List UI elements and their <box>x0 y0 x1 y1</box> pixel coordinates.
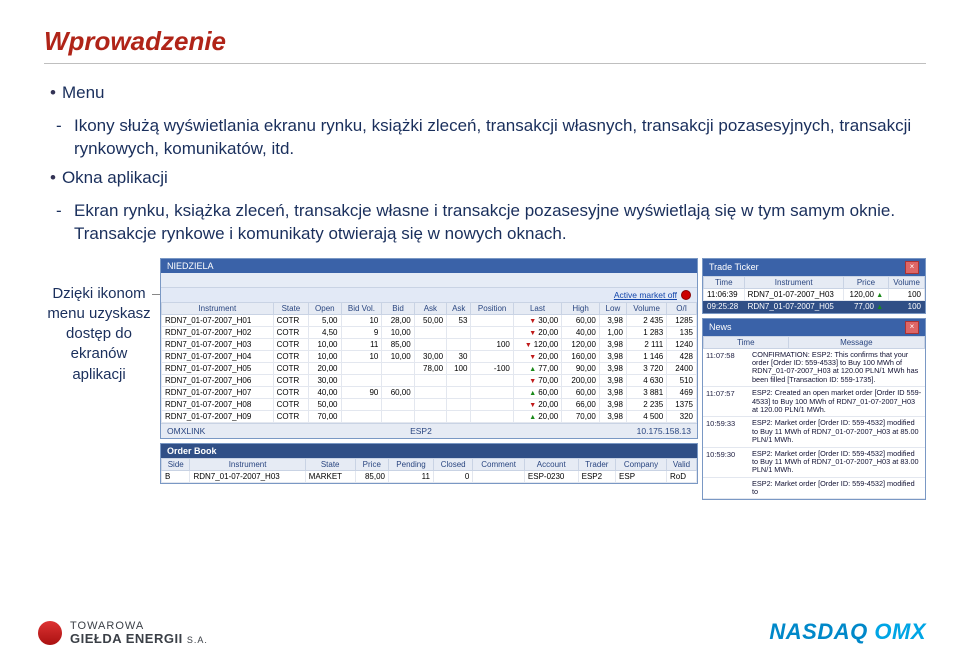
table-row[interactable]: RDN7_01-07-2007_H06COTR30,0070,00200,003… <box>162 374 697 386</box>
column-header[interactable]: Bid <box>382 302 414 314</box>
nasdaq-omx-logo: NASDAQ OMX <box>769 619 926 645</box>
column-header[interactable]: Instrument <box>190 458 305 470</box>
column-header[interactable]: Low <box>599 302 626 314</box>
tge-logo: TOWAROWA GIEŁDA ENERGII S.A. <box>38 621 208 645</box>
column-header[interactable]: Price <box>355 458 388 470</box>
page-title: Wprowadzenie <box>44 26 926 57</box>
ticker-window: Trade Ticker × TimeInstrumentPriceVolume… <box>702 258 926 314</box>
app-screenshot: NIEDZIELA Active market off InstrumentSt… <box>160 258 926 501</box>
list-item[interactable]: 11:07:58CONFIRMATION: ESP2: This confirm… <box>703 349 925 388</box>
list-item[interactable]: 10:59:30ESP2: Market order [Order ID: 55… <box>703 448 925 478</box>
column-header[interactable]: Account <box>524 458 578 470</box>
bullet-1-sub: Ikony służą wyświetlania ekranu rynku, k… <box>74 116 911 158</box>
column-header[interactable]: Ask <box>447 302 471 314</box>
ticker-table: TimeInstrumentPriceVolume 11:06:39RDN7_0… <box>703 276 925 313</box>
market-window: NIEDZIELA Active market off InstrumentSt… <box>160 258 698 439</box>
tge-logo-icon <box>38 621 62 645</box>
active-market-toggle[interactable]: Active market off <box>614 290 677 300</box>
market-window-title: NIEDZIELA <box>167 261 214 271</box>
tge-line2: GIEŁDA ENERGII <box>70 631 183 646</box>
close-icon[interactable]: × <box>905 261 919 274</box>
column-header[interactable]: Company <box>616 458 667 470</box>
list-item[interactable]: ESP2: Market order [Order ID: 559-4532] … <box>703 478 925 500</box>
column-header[interactable]: Valid <box>667 458 697 470</box>
column-header[interactable]: Bid Vol. <box>341 302 382 314</box>
bullet-2-sub: Ekran rynku, książka zleceń, transakcje … <box>74 201 895 243</box>
column-header[interactable]: Time <box>704 276 745 288</box>
table-row[interactable]: RDN7_01-07-2007_H09COTR70,0020,0070,003,… <box>162 410 697 422</box>
bullet-1-lead: Menu <box>62 83 105 102</box>
divider <box>44 63 926 64</box>
table-row[interactable]: RDN7_01-07-2007_H02COTR4,50910,0020,0040… <box>162 326 697 338</box>
body-text: •Menu -Ikony służą wyświetlania ekranu r… <box>50 82 926 246</box>
footer: TOWAROWA GIEŁDA ENERGII S.A. NASDAQ OMX <box>0 619 960 645</box>
news-window: News × TimeMessage 11:07:58CONFIRMATION:… <box>702 318 926 501</box>
ticker-title: Trade Ticker <box>709 262 759 272</box>
column-header[interactable]: Pending <box>389 458 434 470</box>
column-header[interactable]: Comment <box>473 458 525 470</box>
column-header[interactable]: Instrument <box>744 276 843 288</box>
orderbook-title: Order Book <box>161 444 697 458</box>
orderbook-table: SideInstrumentStatePricePendingClosedCom… <box>161 458 697 483</box>
table-row[interactable]: RDN7_01-07-2007_H05COTR20,0078,00100-100… <box>162 362 697 374</box>
column-header[interactable]: State <box>273 302 309 314</box>
status-mid: ESP2 <box>410 426 432 436</box>
close-icon[interactable]: × <box>905 321 919 334</box>
table-row[interactable]: 09:25:28RDN7_01-07-2007_H0577,00 100 <box>704 300 925 312</box>
bullet-2-lead: Okna aplikacji <box>62 168 168 187</box>
callout-text: Dzięki ikonom menu uzyskasz dostęp do ek… <box>44 284 160 501</box>
table-row[interactable]: RDN7_01-07-2007_H03COTR10,001185,0010012… <box>162 338 697 350</box>
table-row[interactable]: RDN7_01-07-2007_H01COTR5,001028,0050,005… <box>162 314 697 326</box>
table-row[interactable]: 11:06:39RDN7_01-07-2007_H03120,00 100 <box>704 288 925 300</box>
column-header[interactable]: Time <box>704 336 789 348</box>
column-header[interactable]: O/I <box>667 302 697 314</box>
table-row[interactable]: RDN7_01-07-2007_H04COTR10,001010,0030,00… <box>162 350 697 362</box>
news-title: News <box>709 322 732 332</box>
column-header[interactable]: Price <box>843 276 888 288</box>
column-header[interactable]: Instrument <box>162 302 274 314</box>
column-header[interactable]: Position <box>471 302 513 314</box>
table-row[interactable]: RDN7_01-07-2007_H07COTR40,009060,0060,00… <box>162 386 697 398</box>
table-row[interactable]: RDN7_01-07-2007_H08COTR50,0020,0066,003,… <box>162 398 697 410</box>
column-header[interactable]: State <box>305 458 355 470</box>
column-header[interactable]: Volume <box>626 302 666 314</box>
list-item[interactable]: 10:59:33ESP2: Market order [Order ID: 55… <box>703 417 925 447</box>
column-header[interactable]: Open <box>309 302 341 314</box>
column-header[interactable]: Closed <box>433 458 472 470</box>
column-header[interactable]: Side <box>162 458 190 470</box>
status-left: OMXLINK <box>167 426 205 436</box>
tge-sa: S.A. <box>187 635 208 645</box>
column-header[interactable]: Last <box>513 302 561 314</box>
column-header[interactable]: High <box>562 302 600 314</box>
status-right: 10.175.158.13 <box>637 426 691 436</box>
column-header[interactable]: Ask <box>414 302 446 314</box>
list-item[interactable]: 11:07:57ESP2: Created an open market ord… <box>703 387 925 417</box>
status-lamp-icon <box>681 290 691 300</box>
market-toolbar-icons[interactable] <box>161 273 697 288</box>
column-header[interactable]: Volume <box>889 276 925 288</box>
column-header[interactable]: Message <box>788 336 924 348</box>
market-table: InstrumentStateOpenBid Vol.BidAskAskPosi… <box>161 302 697 423</box>
orderbook-window: Order Book SideInstrumentStatePricePendi… <box>160 443 698 484</box>
table-row[interactable]: BRDN7_01-07-2007_H03MARKET85,00110ESP-02… <box>162 470 697 482</box>
column-header[interactable]: Trader <box>578 458 615 470</box>
